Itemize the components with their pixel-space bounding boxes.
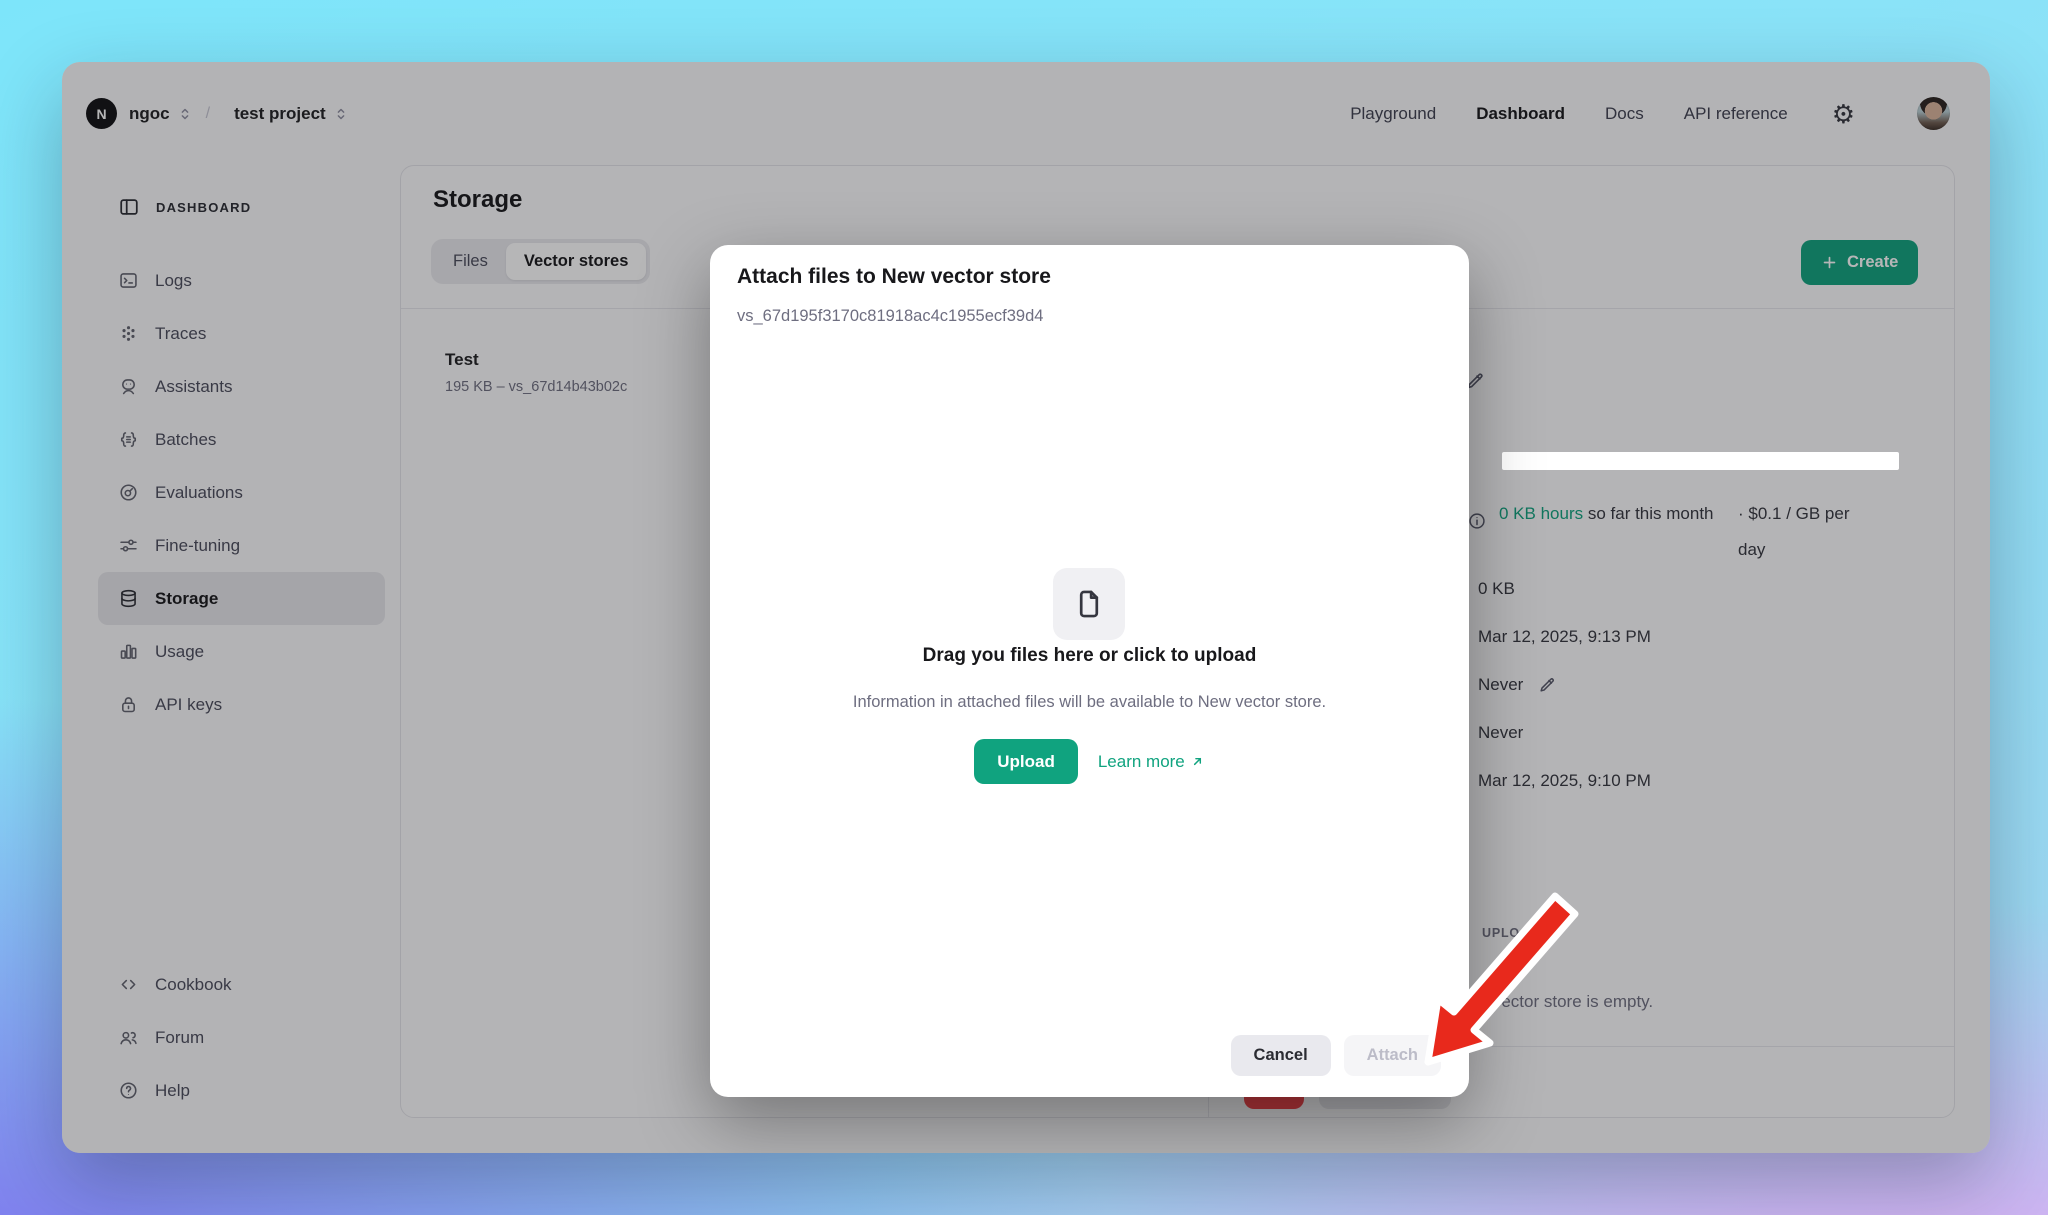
document-icon <box>1072 587 1106 621</box>
modal-footer: Cancel Attach <box>1231 1035 1441 1076</box>
dropzone-title: Drag you files here or click to upload <box>710 645 1469 667</box>
dropzone-subtitle: Information in attached files will be av… <box>710 693 1469 712</box>
learn-more-link[interactable]: Learn more <box>1098 752 1205 772</box>
attach-files-modal: Attach files to New vector store vs_67d1… <box>710 245 1469 1097</box>
attach-button-disabled[interactable]: Attach <box>1344 1035 1441 1076</box>
upload-button[interactable]: Upload <box>974 739 1078 784</box>
document-icon-tile <box>1053 568 1125 640</box>
cancel-button[interactable]: Cancel <box>1231 1035 1331 1076</box>
external-link-icon <box>1190 754 1205 769</box>
modal-title: Attach files to New vector store <box>737 265 1051 289</box>
upload-row: Upload Learn more <box>710 739 1469 784</box>
app-window: N ngoc / test project Playground Dashboa… <box>62 62 1990 1153</box>
vector-store-id: vs_67d195f3170c81918ac4c1955ecf39d4 <box>737 307 1043 326</box>
usage-bar <box>1502 452 1899 470</box>
desktop-background: N ngoc / test project Playground Dashboa… <box>0 0 2048 1215</box>
file-dropzone[interactable] <box>710 345 1469 1007</box>
